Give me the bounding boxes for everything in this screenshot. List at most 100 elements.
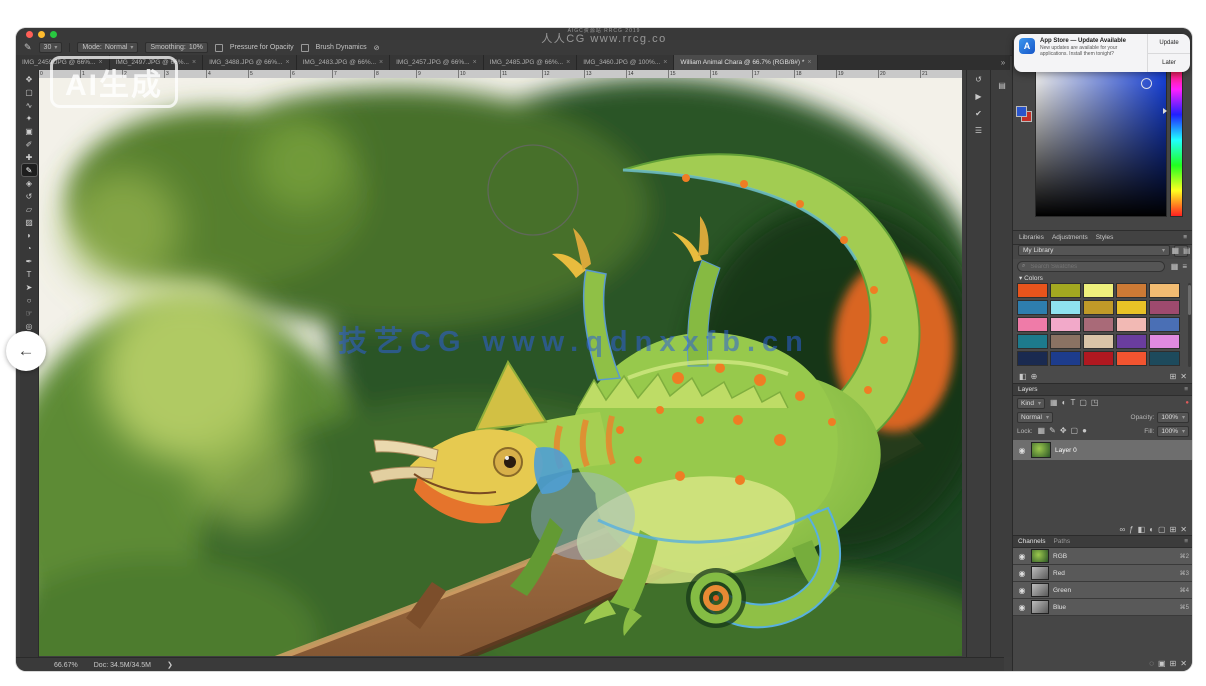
channel-row-green[interactable]: ◉Green⌘4 <box>1013 582 1192 599</box>
save-selection-as-channel-icon[interactable]: ▣ <box>1156 659 1168 669</box>
adjustments-icon[interactable]: ☰ <box>973 126 984 136</box>
list-view-icon[interactable]: ▤ <box>1181 246 1192 256</box>
filter-toggle-icon[interactable]: ● <box>1185 400 1189 406</box>
tab-close-icon[interactable]: × <box>98 59 102 66</box>
visibility-eye-icon[interactable]: ◉ <box>1017 569 1027 578</box>
tab-close-icon[interactable]: × <box>192 59 196 66</box>
color-swatch[interactable] <box>1050 334 1081 349</box>
link-layers-icon[interactable]: ∞ <box>1117 525 1127 535</box>
lock-pixels-icon[interactable]: ✎ <box>1047 426 1058 436</box>
canvas[interactable] <box>38 78 962 656</box>
color-swatch[interactable] <box>1050 300 1081 315</box>
healing-brush-tool-icon[interactable]: ✚ <box>22 151 37 163</box>
color-swatch[interactable] <box>1149 300 1180 315</box>
brush-settings-icon[interactable]: ✔ <box>973 109 984 119</box>
panel-menu-icon[interactable]: ≡ <box>1183 234 1187 241</box>
quick-select-tool-icon[interactable]: ✦ <box>22 112 37 124</box>
layer-group-icon[interactable]: ▢ <box>1156 525 1168 535</box>
previous-swatches-icon[interactable]: ◧ <box>1017 372 1029 382</box>
delete-swatch-icon[interactable]: ✕ <box>1178 372 1189 382</box>
color-selector-ring[interactable] <box>1141 78 1152 89</box>
brush-tool-icon[interactable]: ✎ <box>22 164 37 176</box>
document-tab[interactable]: IMG_2485.JPG @ 66%...× <box>484 55 578 70</box>
document-tab[interactable]: IMG_3460.JPG @ 100%...× <box>577 55 674 70</box>
channel-row-red[interactable]: ◉Red⌘3 <box>1013 565 1192 582</box>
tab-close-icon[interactable]: × <box>286 59 290 66</box>
channels-header[interactable]: Channels <box>1018 538 1045 545</box>
color-swatch[interactable] <box>1017 317 1048 332</box>
pressure-opacity-checkbox[interactable] <box>215 44 223 52</box>
new-layer-icon[interactable]: ⊞ <box>1168 525 1179 535</box>
document-tab[interactable]: IMG_3488.JPG @ 66%...× <box>203 55 297 70</box>
layer-effects-icon[interactable]: ƒ <box>1127 525 1135 535</box>
history-brush-tool-icon[interactable]: ↺ <box>22 190 37 202</box>
library-select[interactable]: My Library ▾ <box>1018 245 1170 256</box>
layer-row[interactable]: ◉ Layer 0 <box>1013 440 1192 460</box>
tab-close-icon[interactable]: × <box>473 59 477 66</box>
document-tab[interactable]: IMG_2497.JPG @ 66%...× <box>110 55 204 70</box>
search-box[interactable]: ⌕ <box>1017 261 1165 272</box>
filter-shape-layers-icon[interactable]: ▢ <box>1077 398 1089 408</box>
delete-layer-icon[interactable]: ✕ <box>1178 525 1189 535</box>
visibility-eye-icon[interactable]: ◉ <box>1017 446 1027 455</box>
back-button[interactable]: ← <box>6 331 46 371</box>
foreground-color-chip[interactable] <box>1016 106 1027 117</box>
kind-filter-dropdown[interactable]: Kind ▾ <box>1017 398 1045 409</box>
color-swatch[interactable] <box>1017 351 1048 366</box>
tab-adjustments[interactable]: Adjustments <box>1052 234 1088 241</box>
crop-tool-icon[interactable]: ▣ <box>22 125 37 137</box>
visibility-eye-icon[interactable]: ◉ <box>1017 552 1027 561</box>
filter-smart-objects-icon[interactable]: ◳ <box>1089 398 1101 408</box>
delete-channel-icon[interactable]: ✕ <box>1178 659 1189 669</box>
layers-menu-icon[interactable]: ≡ <box>1184 386 1188 393</box>
blend-mode-dropdown[interactable]: Normal ▾ <box>1017 412 1053 423</box>
channel-row-rgb[interactable]: ◉RGB⌘2 <box>1013 548 1192 565</box>
grid-view-icon[interactable]: ▦ <box>1169 246 1181 256</box>
color-swatch[interactable] <box>1116 317 1147 332</box>
layers-header[interactable]: Layers <box>1018 386 1038 393</box>
layer-mask-icon[interactable]: ◧ <box>1136 525 1148 535</box>
dodge-tool-icon[interactable]: ◔ <box>22 242 37 254</box>
lock-transparency-icon[interactable]: ▦ <box>1036 426 1048 436</box>
channel-row-blue[interactable]: ◉Blue⌘5 <box>1013 599 1192 616</box>
color-swatch[interactable] <box>1083 300 1114 315</box>
marquee-tool-icon[interactable]: ▢ <box>22 86 37 98</box>
color-swatch[interactable] <box>1017 300 1048 315</box>
mode-dropdown[interactable]: Mode: Normal ▾ <box>77 42 138 53</box>
color-swatch[interactable] <box>1050 351 1081 366</box>
tab-overflow-icon[interactable]: » <box>996 55 1010 70</box>
color-swatch[interactable] <box>1149 317 1180 332</box>
document-tab[interactable]: William Animal Chara @ 66.7% (RGB/8#) *× <box>674 55 818 70</box>
lasso-tool-icon[interactable]: ∿ <box>22 99 37 111</box>
load-channel-selection-icon[interactable]: ◌ <box>1147 659 1156 669</box>
filter-adjustment-layers-icon[interactable]: ◐ <box>1060 398 1069 408</box>
document-tab[interactable]: IMG_2483.JPG @ 66%...× <box>297 55 391 70</box>
minimize-button[interactable] <box>38 31 45 38</box>
layer-thumbnail[interactable] <box>1031 442 1051 458</box>
clone-stamp-tool-icon[interactable]: ◈ <box>22 177 37 189</box>
color-swatch[interactable] <box>1050 283 1081 298</box>
notification-update-button[interactable]: Update <box>1148 34 1190 54</box>
zoom-level-field[interactable]: 66.67% <box>54 662 78 669</box>
color-swatch[interactable] <box>1017 283 1048 298</box>
visibility-eye-icon[interactable]: ◉ <box>1017 603 1027 612</box>
shape-tool-icon[interactable]: ○ <box>22 294 37 306</box>
color-swatch[interactable] <box>1149 351 1180 366</box>
lock-artboard-icon[interactable]: ▢ <box>1069 426 1081 436</box>
color-swatch[interactable] <box>1116 334 1147 349</box>
layer-name[interactable]: Layer 0 <box>1055 447 1077 454</box>
system-notification[interactable]: A App Store — Update Available New updat… <box>1014 34 1190 72</box>
pen-tool-icon[interactable]: ✒ <box>22 255 37 267</box>
document-tab[interactable]: IMG_2459.JPG @ 66%...× <box>16 55 110 70</box>
history-icon[interactable]: ↺ <box>973 75 984 85</box>
swatch-grid-view-icon[interactable]: ▦ <box>1169 262 1181 272</box>
brush-preset-picker[interactable]: 30 ▾ <box>39 42 63 53</box>
color-swatch[interactable] <box>1083 283 1114 298</box>
type-tool-icon[interactable]: T <box>22 268 37 280</box>
search-input[interactable] <box>1028 263 1159 271</box>
filter-pixel-layers-icon[interactable]: ▦ <box>1048 398 1060 408</box>
saturation-brightness-field[interactable] <box>1035 63 1167 217</box>
eraser-tool-icon[interactable]: ▱ <box>22 203 37 215</box>
fill-field[interactable]: 100% ▾ <box>1157 426 1189 437</box>
tab-paths[interactable]: Paths <box>1053 538 1070 545</box>
